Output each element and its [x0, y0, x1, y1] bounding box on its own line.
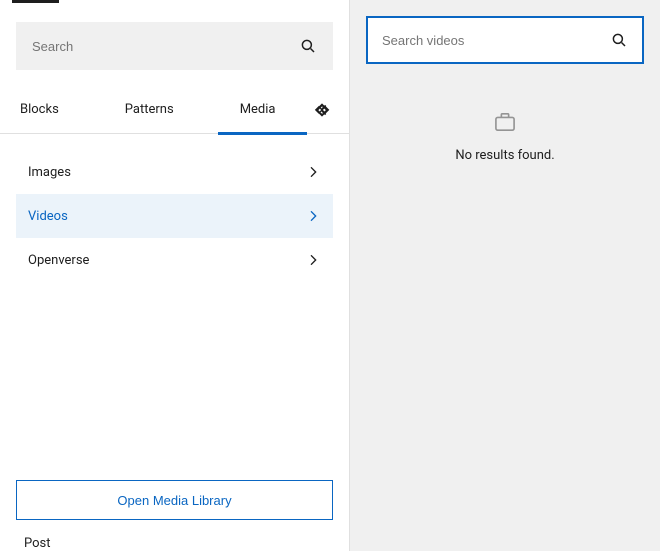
post-label: Post: [0, 536, 349, 551]
search-container: [0, 0, 349, 86]
results-panel: No results found.: [350, 0, 660, 551]
tab-media[interactable]: Media: [236, 86, 280, 134]
chevron-right-icon: [305, 164, 321, 180]
media-categories: Images Videos Openverse: [0, 134, 349, 298]
media-empty-icon: [494, 112, 516, 132]
empty-text: No results found.: [455, 148, 554, 163]
category-label: Openverse: [28, 253, 89, 268]
tab-blocks[interactable]: Blocks: [16, 86, 63, 134]
chevron-right-icon: [305, 208, 321, 224]
panel-footer: Open Media Library: [0, 464, 349, 536]
collapse-icon[interactable]: [311, 99, 333, 121]
chevron-right-icon: [305, 252, 321, 268]
search-icon: [299, 37, 317, 55]
empty-state: No results found.: [455, 112, 554, 163]
category-openverse[interactable]: Openverse: [16, 238, 333, 282]
search-icon: [610, 31, 628, 49]
video-search-input[interactable]: [382, 33, 610, 48]
top-accent-strip: [12, 0, 59, 3]
video-search-box[interactable]: [366, 16, 644, 64]
open-media-library-button[interactable]: Open Media Library: [16, 480, 333, 520]
search-input[interactable]: [32, 39, 299, 54]
search-box[interactable]: [16, 22, 333, 70]
tab-patterns[interactable]: Patterns: [121, 86, 178, 134]
category-label: Images: [28, 165, 71, 180]
tabs: Blocks Patterns Media: [0, 86, 349, 134]
category-images[interactable]: Images: [16, 150, 333, 194]
category-label: Videos: [28, 209, 68, 224]
category-videos[interactable]: Videos: [16, 194, 333, 238]
inserter-panel: Blocks Patterns Media Images Videos Open…: [0, 0, 350, 551]
